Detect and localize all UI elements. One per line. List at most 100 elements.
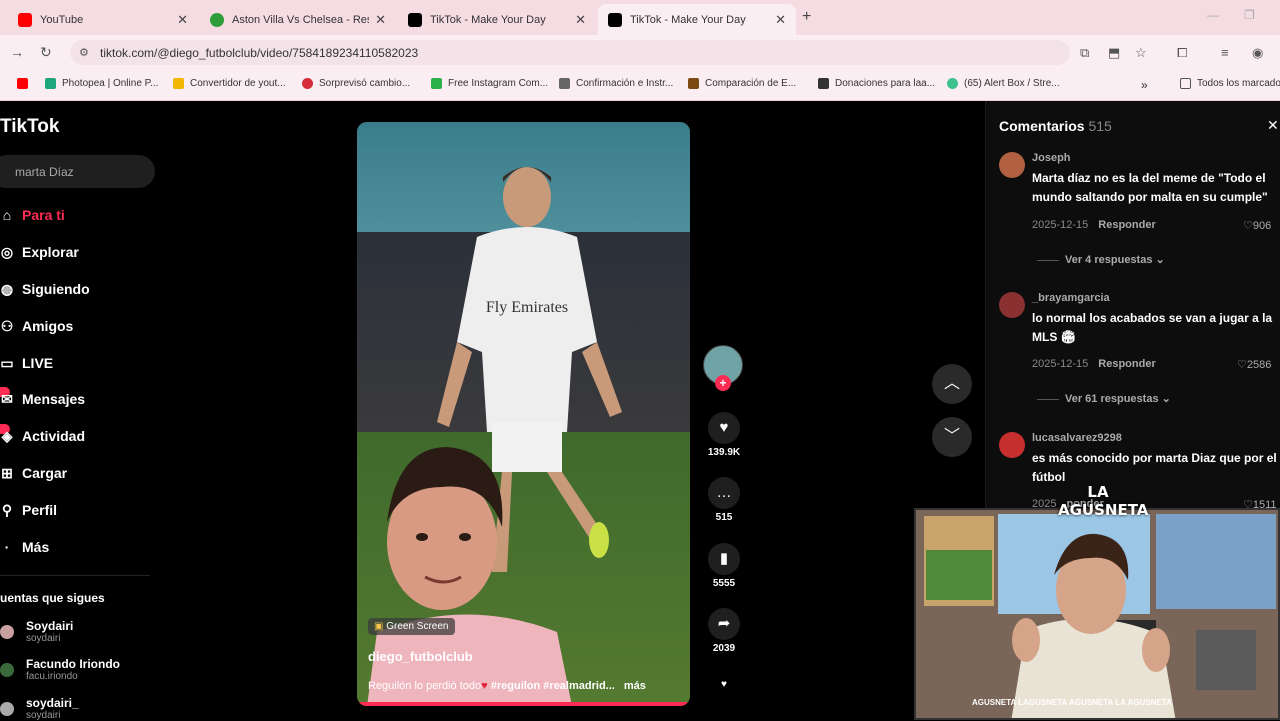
nav-siguiendo[interactable]: ◍ Siguiendo xyxy=(0,281,90,297)
tab-aston-villa[interactable]: Aston Villa Vs Chelsea - Resulta ✕ xyxy=(200,4,396,35)
account-handle: soydairi xyxy=(26,633,61,644)
close-tab-icon[interactable]: ✕ xyxy=(375,12,386,28)
next-video-button[interactable]: ﹀ xyxy=(932,417,972,457)
comment-user[interactable]: _brayamgarcia xyxy=(1032,292,1110,304)
tab-tiktok-active[interactable]: TikTok - Make Your Day ✕ xyxy=(598,4,796,35)
bookmark-youtube[interactable] xyxy=(17,78,34,89)
tab-title: YouTube xyxy=(40,13,84,26)
webcam-social-handles: AGUSNETA LAGUSNETA AGUSNETA LA AGUSNETA xyxy=(972,698,1172,707)
comment-user[interactable]: Joseph xyxy=(1032,152,1071,164)
bookmark-item[interactable]: Confirmación e Instr... xyxy=(559,78,673,89)
previous-video-button[interactable]: ︿ xyxy=(932,364,972,404)
nav-mensajes[interactable]: ✉ Mensajes xyxy=(0,391,85,407)
tab-title: TikTok - Make Your Day xyxy=(630,13,746,26)
view-replies-button[interactable]: Ver 4 respuestas ⌄ xyxy=(1037,253,1165,266)
following-account[interactable]: soydairi_ soydairi xyxy=(0,697,79,721)
share-button[interactable]: ➦ 2039 xyxy=(703,608,745,654)
caption-hashtags[interactable]: #reguilon #realmadrid... xyxy=(491,680,615,692)
install-icon[interactable]: ⬒ xyxy=(1108,45,1120,61)
minimize-icon[interactable]: — xyxy=(1207,8,1219,22)
reply-button[interactable]: Responder xyxy=(1098,358,1155,370)
url-text: tiktok.com/@diego_futbolclub/video/75841… xyxy=(100,45,419,60)
comment-icon: … xyxy=(708,477,740,509)
url-field[interactable]: tiktok.com/@diego_futbolclub/video/75841… xyxy=(70,40,1070,65)
nav-actividad[interactable]: ◈ Actividad xyxy=(0,428,85,444)
video-player[interactable]: Fly Emirates ▣ Green Screen diego_futbol… xyxy=(357,122,690,706)
nav-cargar[interactable]: ⊞ Cargar xyxy=(0,465,67,481)
profile-icon: ⚲ xyxy=(1,502,13,518)
media-icon[interactable]: ≡ xyxy=(1221,45,1229,60)
close-icon[interactable]: ✕ xyxy=(1267,117,1279,134)
follow-plus-icon[interactable]: + xyxy=(715,375,731,391)
nav-mas[interactable]: · Más xyxy=(0,539,50,555)
nav-para-ti[interactable]: ⌂ Para ti xyxy=(0,207,65,223)
messages-icon: ✉ xyxy=(1,391,13,407)
nav-live[interactable]: ▭ LIVE xyxy=(0,355,53,371)
tab-youtube[interactable]: YouTube ✕ xyxy=(8,4,198,35)
reload-icon[interactable]: ↻ xyxy=(40,44,52,61)
profile-icon[interactable]: ◉ xyxy=(1252,45,1263,61)
avatar[interactable] xyxy=(999,432,1025,458)
view-replies-button[interactable]: Ver 61 respuestas ⌄ xyxy=(1037,392,1171,405)
tab-tiktok-1[interactable]: TikTok - Make Your Day ✕ xyxy=(398,4,596,35)
bookmark-item[interactable]: Donaciones para laa... xyxy=(818,78,935,89)
avatar xyxy=(0,625,14,639)
tiktok-logo[interactable]: TikTok xyxy=(0,116,59,138)
all-bookmarks-folder[interactable]: Todos los marcado xyxy=(1180,78,1280,89)
video-caption: Reguilón lo perdió todo♥ #reguilon #real… xyxy=(368,680,646,692)
forward-icon[interactable]: → xyxy=(10,44,24,60)
webcam-overlay xyxy=(914,508,1280,720)
bookmark-label: Sorprevisó cambio... xyxy=(319,78,411,89)
close-tab-icon[interactable]: ✕ xyxy=(775,12,786,28)
site-info-icon[interactable]: ⚙ xyxy=(79,46,89,59)
music-disc-icon[interactable]: ♥ xyxy=(703,679,745,690)
translate-icon[interactable]: ⧉ xyxy=(1080,45,1089,61)
comment-meta: 2025-12-15 Responder xyxy=(1032,219,1156,231)
tab-title: Aston Villa Vs Chelsea - Resulta xyxy=(232,13,369,26)
chevron-down-icon: ⌄ xyxy=(1155,254,1165,266)
live-icon: ▭ xyxy=(0,355,14,371)
video-progress-bar[interactable] xyxy=(357,702,690,706)
nav-label: Mensajes xyxy=(22,391,86,407)
caption-more-button[interactable]: más xyxy=(624,680,646,692)
extensions-icon[interactable]: ⧠ xyxy=(1177,45,1187,61)
bookmark-label: Convertidor de yout... xyxy=(190,78,286,89)
comment-like-button[interactable]: ♡2586 xyxy=(1237,358,1271,371)
bookmark-item[interactable]: Photopea | Online P... xyxy=(45,78,158,89)
maximize-icon[interactable]: ❐ xyxy=(1244,8,1255,22)
comment-meta: 2025-12-15 Responder xyxy=(1032,358,1156,370)
avatar[interactable] xyxy=(999,292,1025,318)
nav-explorar[interactable]: ◎ Explorar xyxy=(0,244,79,260)
close-tab-icon[interactable]: ✕ xyxy=(575,12,586,28)
bookmark-label: (65) Alert Box / Stre... xyxy=(964,78,1060,89)
following-account[interactable]: Facundo Iriondo facu.iriondo xyxy=(0,658,120,682)
bookmark-star-icon[interactable]: ☆ xyxy=(1135,45,1147,61)
bookmark-item[interactable]: Sorprevisó cambio... xyxy=(302,78,410,89)
reply-button[interactable]: Responder xyxy=(1098,219,1155,231)
bookmark-label: Free Instagram Com... xyxy=(448,78,549,89)
close-tab-icon[interactable]: ✕ xyxy=(177,12,188,28)
account-handle: facu.iriondo xyxy=(26,671,78,682)
avatar[interactable] xyxy=(999,152,1025,178)
sidebar-divider xyxy=(0,575,150,576)
bookmarks-overflow-icon[interactable]: » xyxy=(1141,78,1148,92)
new-tab-icon[interactable]: + xyxy=(802,8,811,26)
comment-like-button[interactable]: ♡906 xyxy=(1243,219,1271,232)
bookmark-item[interactable]: Free Instagram Com... xyxy=(431,78,548,89)
bookmark-item[interactable]: (65) Alert Box / Stre... xyxy=(947,78,1060,89)
video-author[interactable]: diego_futbolclub xyxy=(368,649,473,664)
nav-perfil[interactable]: ⚲ Perfil xyxy=(0,502,57,518)
search-input[interactable]: marta Díaz xyxy=(0,155,155,188)
like-button[interactable]: ♥ 139.9K xyxy=(703,412,745,458)
bookmark-item[interactable]: Comparación de E... xyxy=(688,78,796,89)
save-button[interactable]: ▮ 5555 xyxy=(703,543,745,589)
following-accounts-title: uentas que sigues xyxy=(0,591,105,605)
following-account[interactable]: Soydairi soydairi xyxy=(0,620,73,644)
comment-user[interactable]: lucasalvarez9298 xyxy=(1032,432,1122,444)
bookmark-item[interactable]: Convertidor de yout... xyxy=(173,78,286,89)
comment-button[interactable]: … 515 xyxy=(703,477,745,523)
logo-text: TikTok xyxy=(0,116,60,137)
nav-label: LIVE xyxy=(22,355,54,371)
green-screen-badge[interactable]: ▣ Green Screen xyxy=(368,618,455,635)
nav-amigos[interactable]: ⚇ Amigos xyxy=(0,318,74,334)
